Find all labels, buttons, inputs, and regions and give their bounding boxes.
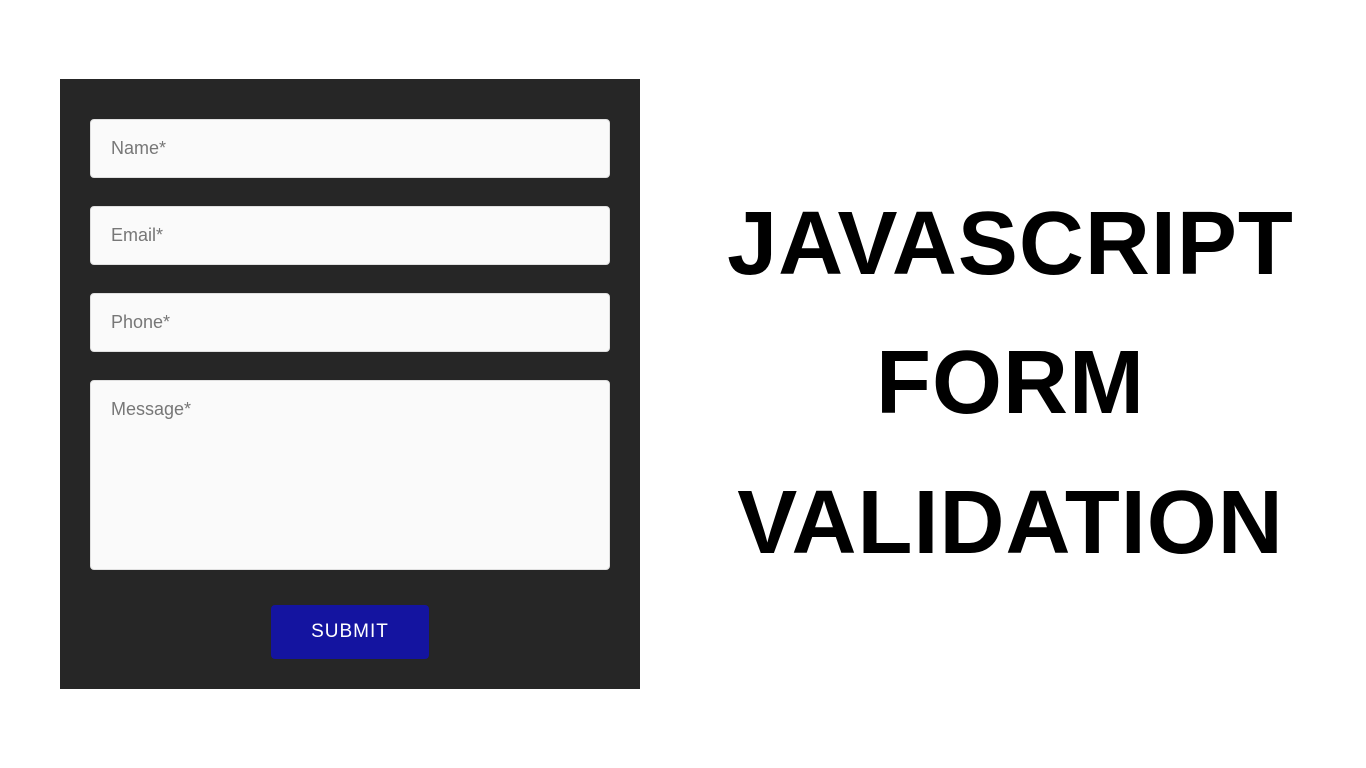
form-panel: SUBMIT [60,79,640,689]
title-line-2: FORM [715,314,1306,454]
name-input[interactable] [90,119,610,178]
submit-button[interactable]: SUBMIT [271,605,429,659]
title-line-1: JAVASCRIPT [715,175,1306,315]
phone-input[interactable] [90,293,610,352]
message-textarea[interactable] [90,380,610,570]
title-block: JAVASCRIPT FORM VALIDATION [715,175,1306,594]
main-container: SUBMIT JAVASCRIPT FORM VALIDATION [0,79,1366,689]
title-line-3: VALIDATION [715,454,1306,594]
email-input[interactable] [90,206,610,265]
